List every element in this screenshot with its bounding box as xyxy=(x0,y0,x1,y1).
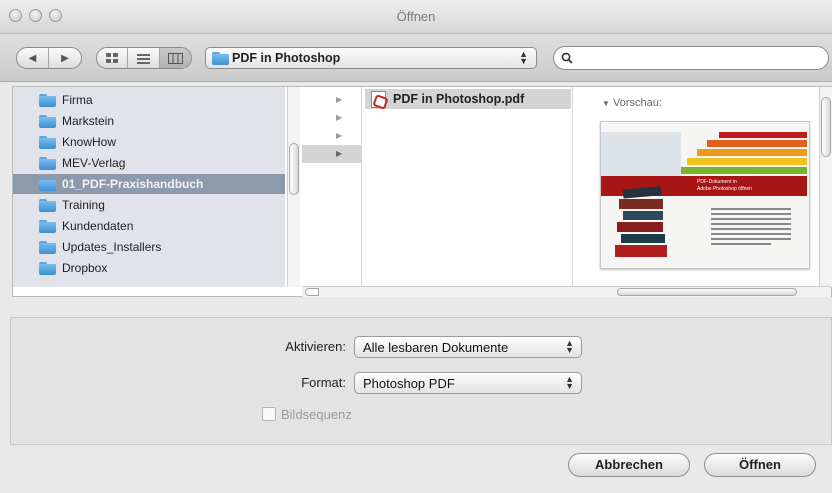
document-preview-image: PDF-Dokument in Adobe Photoshop öffnen xyxy=(601,122,809,268)
disclosure-triangle-icon: ▶ xyxy=(336,113,343,122)
preview-heading-line2: Adobe Photoshop öffnen xyxy=(697,186,752,192)
list-view-button[interactable] xyxy=(128,48,160,68)
open-button[interactable]: Öffnen xyxy=(704,453,816,477)
sidebar-item-label: Kundendaten xyxy=(62,219,134,233)
view-mode-control xyxy=(96,47,192,69)
folder-icon xyxy=(39,219,56,233)
preview-scrollbar[interactable] xyxy=(819,87,832,287)
file-item-pdf[interactable]: PDF in Photoshop.pdf xyxy=(365,89,571,109)
format-select[interactable]: Photoshop PDF ▲ ▼ xyxy=(354,372,582,394)
folder-icon xyxy=(39,177,56,191)
sidebar: Firma Markstein KnowHow MEV-Verlag 01_PD… xyxy=(13,87,285,287)
sidebar-item-label: Markstein xyxy=(62,114,115,128)
activate-label: Aktivieren: xyxy=(285,339,346,354)
window-title: Öffnen xyxy=(396,9,436,24)
horizontal-scroll-thumb[interactable] xyxy=(617,288,797,296)
column-view-icon xyxy=(167,52,183,64)
location-popup[interactable]: PDF in Photoshop ▲ ▼ xyxy=(205,47,537,69)
folder-icon xyxy=(39,135,56,149)
activate-value: Alle lesbaren Dokumente xyxy=(363,340,509,355)
search-field[interactable] xyxy=(553,46,829,70)
sidebar-item-mev-verlag[interactable]: MEV-Verlag xyxy=(13,153,285,173)
forward-arrow-icon: ▶ xyxy=(61,52,69,64)
search-input[interactable] xyxy=(578,50,818,66)
folder-icon xyxy=(39,93,56,107)
sidebar-item-label: Dropbox xyxy=(62,261,108,275)
sidebar-item-knowhow[interactable]: KnowHow xyxy=(13,132,285,152)
sidebar-item-markstein[interactable]: Markstein xyxy=(13,111,285,131)
back-button[interactable]: ◀ xyxy=(17,48,50,68)
disclosure-triangle-icon: ▶ xyxy=(336,95,343,104)
file-column: PDF in Photoshop.pdf xyxy=(363,87,573,287)
folder-icon xyxy=(39,261,56,275)
sidebar-item-label: Firma xyxy=(62,93,93,107)
list-view-icon xyxy=(137,53,151,64)
sidebar-item-training[interactable]: Training xyxy=(13,195,285,215)
preview-heading-line1: PDF-Dokument in xyxy=(697,179,737,185)
preview-pane: ▼ Vorschau: PDF-Dokument in Adobe Photos… xyxy=(574,87,819,287)
horizontal-scrollbar[interactable] xyxy=(302,286,831,297)
up-down-arrows-icon: ▲ ▼ xyxy=(565,374,574,391)
toolbar: ◀ ▶ PDF in Photoshop ▲ ▼ xyxy=(0,34,832,82)
sidebar-item-updates-installers[interactable]: Updates_Installers xyxy=(13,237,285,257)
folder-icon xyxy=(39,156,56,170)
sidebar-item-label: 01_PDF-Praxishandbuch xyxy=(62,177,204,191)
sidebar-item-label: KnowHow xyxy=(62,135,117,149)
file-name: PDF in Photoshop.pdf xyxy=(393,92,525,106)
sidebar-item-kundendaten[interactable]: Kundendaten xyxy=(13,216,285,236)
format-value: Photoshop PDF xyxy=(363,376,455,391)
folder-icon xyxy=(212,52,229,65)
activate-select[interactable]: Alle lesbaren Dokumente ▲ ▼ xyxy=(354,336,582,358)
sidebar-item-label: MEV-Verlag xyxy=(62,156,126,170)
back-forward-control: ◀ ▶ xyxy=(16,47,82,69)
up-down-arrows-icon: ▲ ▼ xyxy=(565,338,574,355)
disclosure-triangle-icon: ▶ xyxy=(336,131,343,140)
column-view-button[interactable] xyxy=(159,48,191,68)
sidebar-item-label: Updates_Installers xyxy=(62,240,162,254)
folder-icon xyxy=(39,198,56,212)
image-sequence-checkbox[interactable] xyxy=(262,407,276,421)
up-down-arrows-icon: ▲ ▼ xyxy=(519,49,528,66)
sidebar-item-dropbox[interactable]: Dropbox xyxy=(13,258,285,278)
title-bar: Öffnen xyxy=(0,0,832,34)
image-sequence-label: Bildsequenz xyxy=(281,407,352,422)
cancel-button[interactable]: Abbrechen xyxy=(568,453,690,477)
format-label: Format: xyxy=(301,375,346,390)
preview-thumbnail: PDF-Dokument in Adobe Photoshop öffnen xyxy=(600,121,810,269)
parent-column-selection[interactable] xyxy=(302,145,362,163)
preview-scroll-thumb[interactable] xyxy=(821,97,831,157)
sidebar-scroll-thumb[interactable] xyxy=(289,143,299,195)
file-browser: Firma Markstein KnowHow MEV-Verlag 01_PD… xyxy=(12,86,832,297)
search-icon xyxy=(561,52,573,64)
sidebar-item-pdf-praxishandbuch[interactable]: 01_PDF-Praxishandbuch xyxy=(13,174,285,194)
back-arrow-icon: ◀ xyxy=(28,52,37,64)
horizontal-scroll-left-cap xyxy=(305,288,319,296)
forward-button[interactable]: ▶ xyxy=(49,48,81,68)
icon-view-button[interactable] xyxy=(97,48,129,68)
sidebar-item-label: Training xyxy=(62,198,105,212)
disclosure-down-icon: ▼ xyxy=(602,99,610,108)
pdf-file-icon xyxy=(371,90,386,108)
disclosure-triangle-icon: ▶ xyxy=(336,149,343,158)
icon-view-icon xyxy=(105,52,118,63)
sidebar-scrollbar[interactable] xyxy=(287,87,300,287)
folder-icon xyxy=(39,240,56,254)
location-label: PDF in Photoshop xyxy=(232,51,341,65)
preview-label: ▼ Vorschau: xyxy=(602,97,662,109)
parent-column: ▶ ▶ ▶ ▶ xyxy=(302,87,362,287)
sidebar-item-firma[interactable]: Firma xyxy=(13,90,285,110)
folder-icon xyxy=(39,114,56,128)
